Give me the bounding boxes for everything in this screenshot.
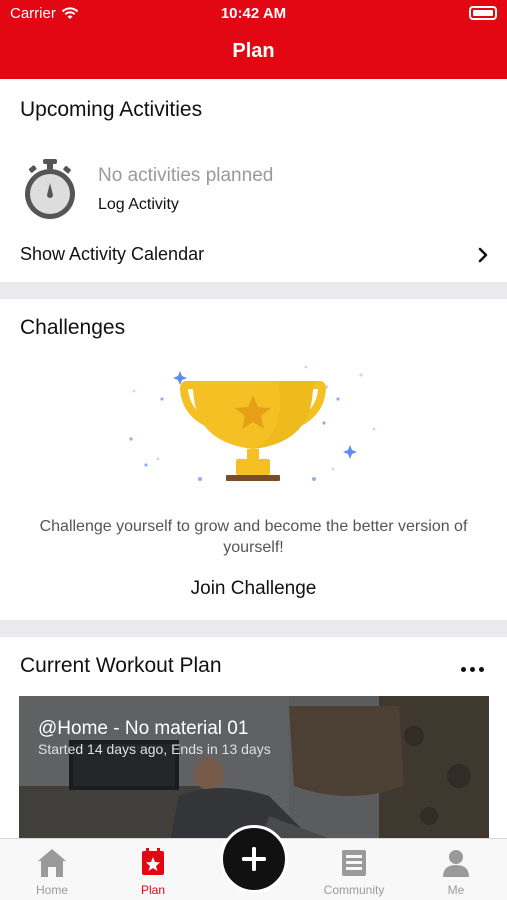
trophy-icon	[129, 365, 376, 481]
challenge-description: Challenge yourself to grow and become th…	[39, 518, 468, 556]
more-options-button[interactable]	[461, 659, 491, 673]
chevron-right-icon	[478, 247, 488, 263]
challenges-card: Challenges Challenge yourself to grow an…	[0, 299, 507, 620]
page-title: Plan	[232, 40, 275, 62]
log-activity-button[interactable]: Log Activity	[98, 196, 179, 214]
challenges-title: Challenges	[20, 316, 126, 339]
more-dot-icon	[470, 667, 475, 672]
community-icon	[342, 850, 366, 876]
stopwatch-icon	[25, 159, 75, 219]
plus-icon	[242, 847, 266, 871]
header: Carrier 10:42 AM Plan	[0, 0, 507, 79]
tab-plan-label: Plan	[140, 883, 166, 897]
battery-icon	[469, 6, 497, 20]
me-icon	[443, 850, 469, 877]
tab-community[interactable]: Community	[314, 839, 394, 900]
show-activity-calendar-row[interactable]: Show Activity Calendar	[0, 234, 507, 276]
status-bar: Carrier 10:42 AM	[0, 0, 507, 28]
tab-community-label: Community	[323, 883, 385, 897]
upcoming-activities-title: Upcoming Activities	[20, 98, 203, 121]
workout-plan-banner[interactable]: @Home - No material 01 Started 14 days a…	[19, 696, 489, 846]
show-activity-calendar-label: Show Activity Calendar	[20, 244, 205, 264]
add-button[interactable]	[220, 825, 288, 893]
more-dot-icon	[461, 667, 466, 672]
workout-plan-status: Started 14 days ago, Ends in 13 days	[38, 741, 271, 757]
tab-home-label: Home	[35, 883, 68, 897]
upcoming-activities-card: Upcoming Activities No activities planne…	[0, 79, 507, 282]
tab-plan[interactable]: Plan	[113, 839, 193, 900]
home-icon	[38, 849, 66, 877]
no-activities-text: No activities planned	[98, 165, 274, 186]
workout-plan-name: @Home - No material 01	[38, 718, 249, 739]
current-workout-plan-title: Current Workout Plan	[20, 654, 222, 677]
tab-home[interactable]: Home	[12, 839, 92, 900]
tab-me[interactable]: Me	[416, 839, 496, 900]
tab-me-label: Me	[447, 883, 465, 897]
join-challenge-button[interactable]: Join Challenge	[0, 578, 507, 600]
plan-icon	[142, 848, 164, 875]
clock: 10:42 AM	[220, 5, 287, 22]
more-dot-icon	[479, 667, 484, 672]
